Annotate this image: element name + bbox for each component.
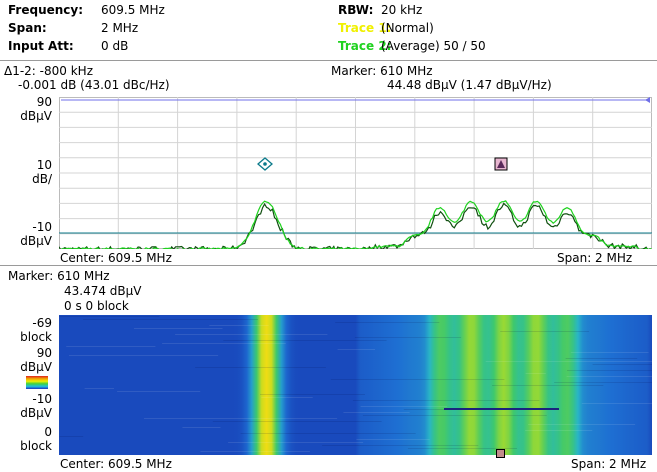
spectrogram-row-streak — [554, 382, 652, 383]
frequency-label: Frequency: — [8, 3, 84, 17]
spectrogram-row-streak — [335, 322, 440, 323]
spectrogram-row-streak — [343, 412, 410, 413]
spectrogram-row-streak — [528, 424, 636, 425]
span-label: Span: — [8, 21, 47, 35]
spectrum-y-scale-unit: dB/ — [32, 172, 52, 186]
spectrogram-row-streak — [260, 394, 365, 395]
spectrum-plot[interactable] — [59, 97, 652, 249]
spectrogram-marker-line3: 0 s 0 block — [64, 299, 129, 313]
spectrogram-row-streak — [223, 340, 387, 341]
input-att-value: 0 dB — [101, 39, 129, 53]
spectrogram-row-streak — [360, 406, 448, 407]
spectrum-y-bottom-value: -10 — [32, 220, 52, 234]
header-divider — [0, 60, 657, 61]
color-scale-top-unit: dBµV — [20, 360, 52, 374]
spectrogram-y-top-unit: block — [20, 330, 52, 344]
spectrogram-row-streak — [59, 436, 84, 437]
color-scale-bottom-value: -10 — [32, 392, 52, 406]
frequency-value: 609.5 MHz — [101, 3, 165, 17]
marker-readout-line1: Marker: 610 MHz — [331, 64, 433, 78]
spectrogram-row-streak — [212, 421, 382, 422]
spectrogram-row-streak — [144, 418, 338, 419]
spectrogram-row-streak — [182, 427, 221, 428]
trace1-mode: (Normal) — [381, 21, 434, 35]
spectrogram-y-top-value: -69 — [32, 316, 52, 330]
spectrogram-row-streak — [117, 391, 201, 392]
spectrogram-marker-line1: Marker: 610 MHz — [8, 269, 110, 283]
color-scale-bottom-unit: dBµV — [20, 406, 52, 420]
input-att-label: Input Att: — [8, 39, 74, 53]
spectrogram-row-streak — [492, 385, 604, 386]
spectrogram-plot[interactable] — [59, 315, 652, 455]
spectrogram-row-streak — [567, 370, 652, 371]
spectrogram-row-streak — [240, 433, 416, 434]
spectrogram-y-bottom-unit: block — [20, 439, 52, 453]
marker-readout-line2: 44.48 dBµV (1.47 dBµV/Hz) — [387, 78, 552, 92]
spectrogram-row-streak — [330, 379, 505, 380]
rbw-label: RBW: — [338, 3, 374, 17]
spectrogram-row-streak — [83, 319, 258, 320]
spectrogram-row-streak — [322, 445, 479, 446]
spectrogram-span-label: Span: 2 MHz — [571, 457, 647, 471]
spectrum-y-scale-value: 10 — [36, 158, 52, 172]
spectrogram-row-streak — [84, 388, 114, 389]
spectrogram-row-streak — [261, 397, 313, 398]
spectrogram-row-streak — [525, 373, 546, 374]
spectrogram-row-streak — [485, 361, 652, 362]
delta-readout-line2: -0.001 dB (43.01 dBc/Hz) — [18, 78, 170, 92]
trace2-mode: (Average) 50 / 50 — [381, 39, 486, 53]
spectrogram-row-streak — [362, 415, 547, 416]
spectrogram-row-streak — [59, 316, 160, 317]
span-value: 2 MHz — [101, 21, 139, 35]
spectrogram-y-bottom-value: 0 — [44, 425, 52, 439]
spectrogram-row-streak — [66, 346, 156, 347]
spectrum-y-top-unit: dBµV — [20, 109, 52, 123]
spectrogram-row-streak — [356, 439, 430, 440]
spectrogram-center-label: Center: 609.5 MHz — [60, 457, 172, 471]
spectrogram-row-streak — [162, 343, 286, 344]
spectrogram-row-streak — [228, 442, 364, 443]
spectrogram-row-streak — [195, 367, 326, 368]
spectrogram-row-streak — [200, 451, 310, 452]
spectrogram-row-streak — [352, 400, 540, 401]
color-scale-top-value: 90 — [36, 346, 52, 360]
spectrogram-row-streak — [134, 328, 223, 329]
spectrogram-row-streak — [354, 337, 462, 338]
delta-readout-line1: Δ1-2: -800 kHz — [4, 64, 93, 78]
spectrum-y-bottom-unit: dBµV — [20, 234, 52, 248]
spectrum-span-label: Span: 2 MHz — [557, 251, 633, 265]
spectrum-center-label: Center: 609.5 MHz — [60, 251, 172, 265]
spectrogram-row-streak — [500, 331, 590, 332]
rbw-value: 20 kHz — [381, 3, 423, 17]
spectrogram-row-streak — [565, 358, 638, 359]
spectrogram-row-streak — [69, 355, 219, 356]
spectrogram-marker-line2: 43.474 dBµV — [64, 284, 142, 298]
spectrogram-row-streak — [209, 325, 269, 326]
marker-1-dot-icon — [263, 162, 267, 166]
spectrogram-row-streak — [525, 430, 593, 431]
spectrum-y-top-value: 90 — [36, 95, 52, 109]
panel-divider — [0, 265, 657, 266]
spectrogram-row-streak — [570, 352, 649, 353]
spectrogram-row-streak — [581, 403, 652, 404]
spectrogram-image — [59, 315, 652, 455]
spectrogram-row-streak — [592, 364, 652, 365]
spectrogram-row-streak — [175, 334, 328, 335]
color-scale-bar — [26, 376, 48, 389]
spectrogram-row-streak — [566, 376, 652, 377]
spectrogram-marker-icon[interactable] — [496, 449, 505, 458]
spectrogram-row-streak — [337, 349, 375, 350]
